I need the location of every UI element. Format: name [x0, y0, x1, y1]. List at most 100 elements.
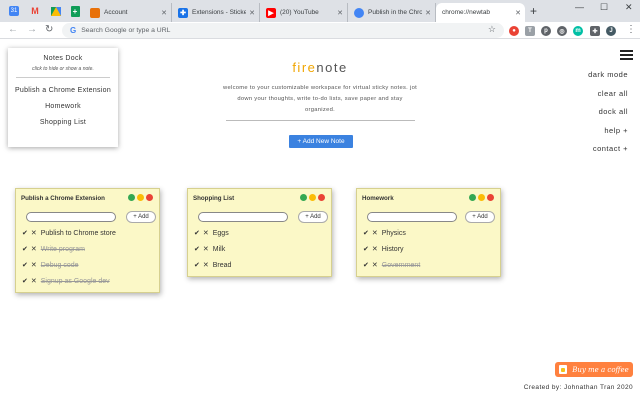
color-note-icon[interactable]	[309, 194, 316, 201]
color-note-icon[interactable]	[478, 194, 485, 201]
check-icon[interactable]: ✔	[194, 261, 200, 269]
brand-fire: fire	[292, 60, 317, 75]
tab-label: Extensions - Sticke	[192, 9, 247, 16]
color-note-icon[interactable]	[137, 194, 144, 201]
browser-toolbar: ← → ↻ G Search Google or type a URL ☆ ● …	[0, 22, 640, 39]
dock-item[interactable]: Publish a Chrome Extension	[8, 87, 118, 94]
check-icon[interactable]: ✔	[363, 245, 369, 253]
bmc-label: Buy me a coffee	[572, 365, 629, 374]
note-item-input[interactable]	[26, 212, 116, 222]
omnibox[interactable]: G Search Google or type a URL ☆	[62, 23, 504, 38]
minimize-note-icon[interactable]	[300, 194, 307, 201]
extensions-puzzle-icon[interactable]: ✚	[590, 26, 600, 36]
note-item-input[interactable]	[367, 212, 457, 222]
sticky-note[interactable]: Publish a Chrome Extension + Add ✔ ✕ Publi…	[15, 188, 160, 293]
minimize-icon[interactable]: —	[575, 2, 584, 12]
check-icon[interactable]: ✔	[363, 229, 369, 237]
sticky-note[interactable]: Shopping List + Add ✔ ✕ Eggs ✔ ✕ Milk ✔ ✕ Brea…	[187, 188, 332, 277]
list-item: ✔ ✕ Publish to Chrome store	[22, 229, 116, 238]
sheets-icon[interactable]: +	[69, 5, 81, 17]
minimize-note-icon[interactable]	[128, 194, 135, 201]
add-new-note-button[interactable]: + Add New Note	[289, 135, 353, 148]
calendar-icon[interactable]: 31	[8, 5, 20, 17]
welcome-text: welcome to your customizable workspace f…	[222, 85, 418, 113]
tab-publish[interactable]: Publish in the Chro ✕	[349, 3, 436, 22]
close-icon[interactable]: ✕	[337, 9, 343, 17]
delete-icon[interactable]: ✕	[372, 245, 378, 253]
item-text: Signup as Google dev	[40, 277, 110, 285]
check-icon[interactable]: ✔	[22, 229, 28, 237]
check-icon[interactable]: ✔	[22, 261, 28, 269]
tab-account[interactable]: Account ✕	[85, 3, 172, 22]
check-icon[interactable]: ✔	[194, 245, 200, 253]
minimize-note-icon[interactable]	[469, 194, 476, 201]
delete-icon[interactable]: ✕	[31, 245, 37, 253]
adblock-icon[interactable]: ●	[509, 26, 519, 36]
omnibox-placeholder: Search Google or type a URL	[81, 27, 171, 34]
note-title: Shopping List	[193, 195, 235, 202]
back-icon[interactable]: ←	[8, 23, 18, 37]
bookmark-star-icon[interactable]: ☆	[488, 24, 496, 35]
tab-newtab[interactable]: chrome://newtab ✕	[436, 3, 525, 22]
forward-icon[interactable]: →	[27, 23, 37, 37]
maximize-icon[interactable]: ☐	[600, 2, 608, 13]
delete-note-icon[interactable]	[487, 194, 494, 201]
credit-text: Created by: Johnathan Tran 2020	[523, 384, 633, 391]
settings-ext-icon[interactable]: ◎	[557, 26, 567, 36]
close-icon[interactable]: ✕	[515, 9, 521, 17]
hamburger-menu-icon[interactable]	[620, 50, 633, 60]
delete-icon[interactable]: ✕	[203, 245, 209, 253]
delete-icon[interactable]: ✕	[31, 277, 37, 285]
reload-icon[interactable]: ↻	[45, 23, 53, 37]
clear-all-link[interactable]: clear all	[588, 89, 628, 108]
list-item: ✔ ✕ History	[363, 245, 404, 254]
delete-icon[interactable]: ✕	[31, 229, 37, 237]
contact-link[interactable]: contact +	[588, 144, 628, 163]
delete-icon[interactable]: ✕	[203, 261, 209, 269]
dock-item[interactable]: Shopping List	[8, 119, 118, 126]
item-text: Debug code	[40, 261, 79, 269]
close-icon[interactable]: ✕	[161, 9, 167, 17]
item-text: Write program	[40, 245, 85, 253]
delete-icon[interactable]: ✕	[31, 261, 37, 269]
dock-item[interactable]: Homework	[8, 103, 118, 110]
tab-extensions[interactable]: ✚ Extensions - Sticke ✕	[173, 3, 260, 22]
check-icon[interactable]: ✔	[363, 261, 369, 269]
close-icon[interactable]: ✕	[425, 9, 431, 17]
item-text: Bread	[212, 261, 232, 269]
pinterest-icon[interactable]: p	[541, 26, 551, 36]
delete-icon[interactable]: ✕	[372, 229, 378, 237]
tab-label: Publish in the Chro	[368, 9, 423, 16]
colorzilla-icon[interactable]: m	[573, 26, 583, 36]
add-item-button[interactable]: + Add	[126, 211, 156, 223]
new-tab-button[interactable]: +	[530, 5, 537, 17]
help-link[interactable]: help +	[588, 126, 628, 145]
delete-icon[interactable]: ✕	[203, 229, 209, 237]
dock-all-link[interactable]: dock all	[588, 107, 628, 126]
item-text: History	[381, 245, 404, 253]
item-text: Milk	[212, 245, 226, 253]
buy-me-a-coffee-button[interactable]: Buy me a coffee	[555, 362, 633, 377]
extension-icon[interactable]: T	[525, 26, 535, 36]
delete-note-icon[interactable]	[146, 194, 153, 201]
tab-youtube[interactable]: ▶ (20) YouTube ✕	[261, 3, 348, 22]
add-item-button[interactable]: + Add	[465, 211, 495, 223]
gmail-icon[interactable]: M	[29, 5, 41, 17]
add-item-button[interactable]: + Add	[298, 211, 328, 223]
check-icon[interactable]: ✔	[194, 229, 200, 237]
note-item-input[interactable]	[198, 212, 288, 222]
close-icon[interactable]: ✕	[249, 9, 255, 17]
check-icon[interactable]: ✔	[22, 277, 28, 285]
check-icon[interactable]: ✔	[22, 245, 28, 253]
note-title: Homework	[362, 195, 394, 202]
chrome-menu-icon[interactable]: ⋮	[626, 24, 636, 35]
drive-icon[interactable]	[50, 5, 62, 17]
item-text: Government	[381, 261, 421, 269]
window-close-icon[interactable]: ✕	[625, 2, 633, 13]
delete-icon[interactable]: ✕	[372, 261, 378, 269]
extension-puzzle-icon: ✚	[178, 7, 188, 18]
chrome-icon	[354, 7, 364, 18]
delete-note-icon[interactable]	[318, 194, 325, 201]
avatar[interactable]: J	[606, 26, 616, 36]
sticky-note[interactable]: Homework + Add ✔ ✕ Physics ✔ ✕ History ✔ ✕ Gov…	[356, 188, 501, 277]
